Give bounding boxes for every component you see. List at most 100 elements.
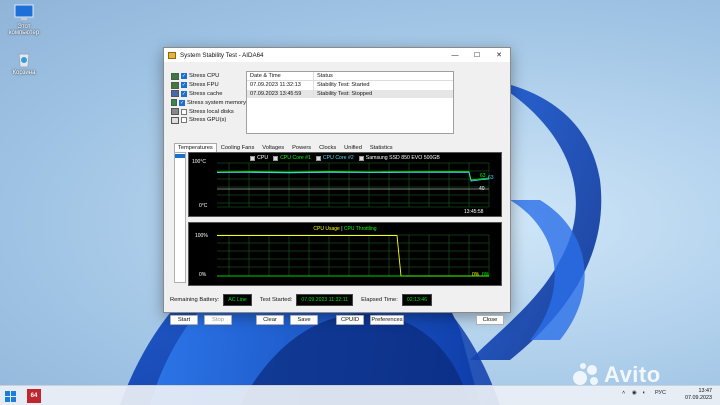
tab-cooling-fans[interactable]: Cooling Fans — [217, 143, 259, 152]
stress-disks-option[interactable]: Stress local disks — [171, 107, 246, 116]
checkbox[interactable] — [181, 117, 187, 124]
stop-button[interactable]: Stop — [204, 315, 232, 325]
legend-label: CPU — [257, 155, 269, 161]
column-header-status[interactable]: Status — [314, 73, 333, 79]
option-label: Stress GPU(s) — [189, 117, 227, 124]
start-button[interactable] — [5, 389, 16, 403]
end-value-label: 0% — [472, 272, 480, 278]
taskbar-clock[interactable]: 13:47 07.09.2023 — [685, 388, 712, 402]
cache-device-icon — [171, 90, 179, 98]
checkbox[interactable]: ✓ — [181, 90, 187, 97]
status-row: Remaining Battery: AC Line Test Started:… — [170, 294, 440, 306]
tab-powers[interactable]: Powers — [288, 143, 315, 152]
checkbox[interactable] — [181, 108, 187, 115]
gpu-device-icon — [171, 116, 179, 124]
checkbox[interactable]: ✓ — [181, 82, 187, 89]
computer-icon — [13, 4, 35, 22]
log-cell-datetime: 07.09.2023 11:32:13 — [247, 81, 314, 90]
legend-item-core1[interactable]: CPU Core #1 — [273, 155, 311, 161]
stress-cache-option[interactable]: ✓ Stress cache — [171, 90, 246, 99]
legend-checkbox[interactable] — [315, 155, 321, 161]
elapsed-time-value: 02:13:46 — [401, 294, 433, 306]
desktop-icon-label: Корзина — [12, 70, 36, 76]
log-cell-status: Stability Test: Started — [317, 82, 370, 89]
time-label: 13:45:58 — [464, 209, 484, 215]
clock-time: 13:47 — [698, 388, 713, 394]
language-indicator[interactable]: РУС — [655, 390, 666, 396]
memory-device-icon — [171, 99, 178, 107]
button-row: Start Stop Clear Save CPUID Preferences … — [170, 315, 504, 326]
windows-logo-icon-part — [5, 397, 10, 402]
temperature-graph-grid — [216, 162, 490, 208]
test-started-label: Test Started: — [259, 297, 293, 303]
legend-checkbox[interactable] — [358, 155, 364, 161]
cpu-device-icon — [171, 72, 179, 80]
option-label: Stress cache — [189, 90, 223, 97]
table-row[interactable]: 07.09.2023 11:32:13 Stability Test: Star… — [247, 81, 453, 90]
checkbox[interactable]: ✓ — [181, 73, 187, 80]
desktop-icon-computer[interactable]: Этот компьютер — [2, 4, 46, 36]
cpu-core2-series — [216, 171, 490, 182]
tab-voltages[interactable]: Voltages — [258, 143, 288, 152]
test-started-value: 07.09.2023 11:32:11 — [296, 294, 354, 306]
tab-unified[interactable]: Unified — [340, 143, 366, 152]
legend-item-ssd[interactable]: Samsung SSD 850 EVO 500GB — [358, 155, 440, 161]
aida64-stability-window: System Stability Test - AIDA64 — ☐ ✕ ✓ S… — [163, 47, 511, 325]
avito-logo-icon — [572, 361, 602, 387]
battery-value: AC Line — [223, 294, 252, 306]
stress-options: ✓ Stress CPU ✓ Stress FPU ✓ Stress cache… — [171, 72, 246, 125]
checkbox[interactable]: ✓ — [179, 99, 186, 106]
stress-fpu-option[interactable]: ✓ Stress FPU — [171, 81, 246, 90]
table-row[interactable]: 07.09.2023 13:45:59 Stability Test: Stop… — [247, 89, 453, 98]
legend-item-cpu[interactable]: CPU — [250, 155, 268, 161]
save-button[interactable]: Save — [290, 315, 318, 325]
cpu-usage-graph-grid — [217, 234, 490, 277]
y-axis-bottom-label: 0% — [199, 272, 207, 278]
usage-title-separator: | — [341, 226, 343, 232]
usage-title-throttling: CPU Throttling — [343, 226, 377, 232]
temperature-graph: CPU CPU Core #1 CPU Core #2 Samsung SSD … — [188, 152, 502, 217]
taskbar-aida64-button[interactable]: 64 — [27, 389, 41, 403]
window-titlebar[interactable]: System Stability Test - AIDA64 — ☐ ✕ — [164, 48, 510, 62]
option-label: Stress CPU — [189, 73, 220, 80]
legend-checkbox[interactable] — [273, 155, 279, 161]
close-window-button[interactable]: ✕ — [488, 48, 510, 62]
desktop-icon-label: Этот компьютер — [8, 24, 40, 36]
end-value-label: 63 — [480, 173, 486, 179]
battery-label: Remaining Battery: — [170, 297, 220, 303]
minimize-button[interactable]: — — [444, 48, 466, 62]
tab-temperatures[interactable]: Temperatures — [174, 143, 217, 152]
legend-checkbox[interactable] — [250, 155, 256, 161]
y-axis-bottom-label: 0°C — [199, 203, 208, 209]
tab-statistics[interactable]: Statistics — [366, 143, 397, 152]
window-title: System Stability Test - AIDA64 — [180, 51, 264, 59]
aida64-app-icon — [168, 51, 176, 59]
cpuid-button[interactable]: CPUID — [336, 315, 364, 325]
chevron-up-icon[interactable]: ˄ — [622, 390, 625, 396]
clear-button[interactable]: Clear — [256, 315, 284, 325]
windows-logo-icon — [5, 391, 10, 396]
wifi-icon[interactable]: ◉ — [632, 390, 637, 396]
usage-graph-title: CPU Usage | CPU Throttling — [189, 226, 501, 232]
start-button[interactable]: Start — [170, 315, 198, 325]
preferences-button[interactable]: Preferences — [370, 315, 404, 325]
maximize-button[interactable]: ☐ — [466, 48, 488, 62]
status-log[interactable]: Date & Time Status 07.09.2023 11:32:13 S… — [246, 71, 454, 134]
legend-item-core2[interactable]: CPU Core #2 — [315, 155, 354, 161]
end-value-label: 63 — [488, 175, 494, 181]
legend-label: Samsung SSD 850 EVO 500GB — [365, 155, 440, 161]
cpu-usage-series — [217, 235, 489, 277]
stress-memory-option[interactable]: ✓ Stress system memory — [171, 98, 246, 107]
log-header: Date & Time Status — [247, 72, 453, 81]
column-header-datetime[interactable]: Date & Time — [247, 72, 314, 80]
cpu-usage-graph: CPU Usage | CPU Throttling 100% 0% 0% 0% — [188, 222, 502, 286]
desktop-icon-recycle-bin[interactable]: Корзина — [2, 50, 46, 76]
tab-clocks[interactable]: Clocks — [315, 143, 340, 152]
clock-date: 07.09.2023 — [685, 395, 712, 401]
selected-item[interactable] — [175, 154, 185, 158]
graph-item-list[interactable] — [174, 152, 186, 283]
stress-cpu-option[interactable]: ✓ Stress CPU — [171, 72, 246, 81]
volume-icon[interactable]: ◖ — [642, 390, 645, 396]
close-button[interactable]: Close — [476, 315, 504, 325]
stress-gpu-option[interactable]: Stress GPU(s) — [171, 116, 246, 125]
